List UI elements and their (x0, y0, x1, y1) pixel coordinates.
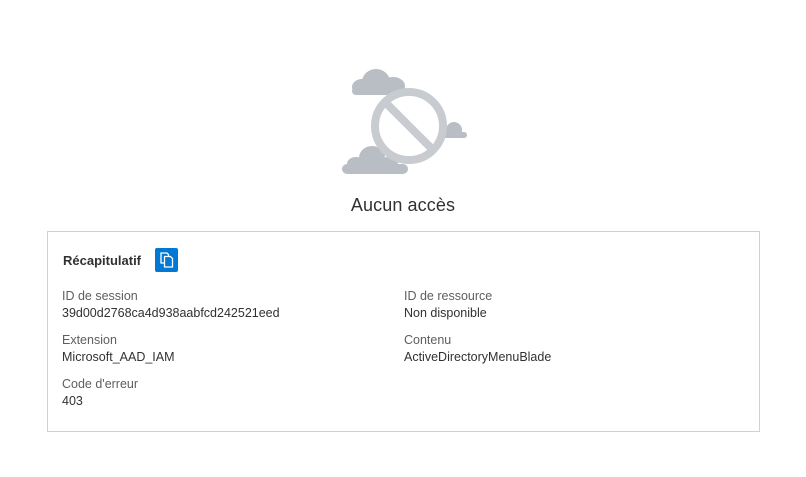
summary-title: Récapitulatif (63, 252, 142, 268)
session-id-label: ID de session (62, 289, 138, 303)
resource-id-value: Non disponible (404, 306, 487, 320)
error-code-field: Code d'erreur 403 (62, 376, 138, 410)
copy-button[interactable] (155, 248, 179, 272)
session-id-value: 39d00d2768ca4d938aabfcd242521eed (62, 306, 280, 320)
resource-id-field: ID de ressource Non disponible (404, 288, 492, 322)
page-title: Aucun accès (350, 195, 456, 215)
extension-value: Microsoft_AAD_IAM (62, 350, 175, 364)
error-page: Aucun accès Récapitulatif ID de session … (0, 0, 806, 477)
summary-panel: Récapitulatif ID de session 39d00d2768ca… (47, 231, 760, 432)
content-field: Contenu ActiveDirectoryMenuBlade (404, 332, 551, 366)
error-code-value: 403 (62, 394, 83, 408)
extension-label: Extension (62, 333, 117, 347)
content-value: ActiveDirectoryMenuBlade (404, 350, 552, 364)
resource-id-label: ID de ressource (404, 289, 493, 303)
content-label: Contenu (404, 333, 452, 347)
no-access-cloud-icon (338, 62, 470, 180)
summary-header: Récapitulatif (63, 247, 179, 273)
copy-icon (159, 252, 173, 268)
session-id-field: ID de session 39d00d2768ca4d938aabfcd242… (62, 288, 280, 322)
error-code-label: Code d'erreur (62, 377, 139, 391)
extension-field: Extension Microsoft_AAD_IAM (62, 332, 175, 366)
